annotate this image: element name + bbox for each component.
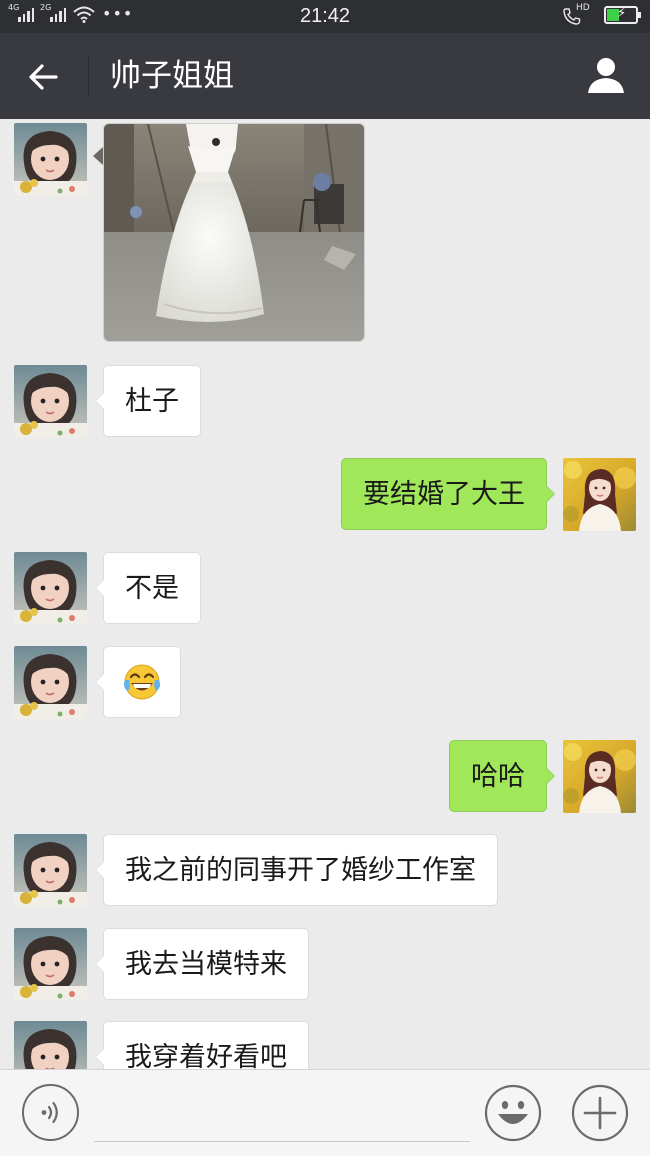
emoji-icon[interactable] bbox=[484, 1084, 542, 1142]
message-incoming: 我之前的同事开了婚纱工作室 bbox=[0, 834, 650, 907]
contact-avatar[interactable] bbox=[14, 928, 87, 1001]
message-bubble[interactable]: 不是 bbox=[95, 552, 201, 624]
chat-title: 帅子姐姐 bbox=[110, 58, 234, 94]
message-image bbox=[0, 119, 650, 349]
battery-charging-icon: ⚡ bbox=[604, 6, 641, 24]
my-avatar[interactable] bbox=[563, 458, 636, 531]
chat-area[interactable]: 杜子 要结婚了大王 不是 😂 哈哈 bbox=[0, 119, 650, 1069]
hd-call-icon: HD bbox=[562, 3, 592, 25]
contact-avatar[interactable] bbox=[14, 365, 87, 438]
status-bar: 4G 2G ••• 21:42 HD ⚡ bbox=[0, 0, 650, 33]
message-incoming: 我穿着好看吧 bbox=[0, 1021, 650, 1069]
message-bubble[interactable]: 要结婚了大王 bbox=[341, 458, 555, 530]
my-avatar[interactable] bbox=[563, 740, 636, 813]
message-incoming: 杜子 bbox=[0, 365, 650, 438]
message-bubble[interactable]: 😂 bbox=[95, 646, 181, 718]
message-bubble[interactable]: 我之前的同事开了婚纱工作室 bbox=[95, 834, 498, 906]
message-bubble[interactable]: 哈哈 bbox=[449, 740, 555, 812]
message-bubble[interactable]: 我穿着好看吧 bbox=[95, 1021, 309, 1069]
bubble-tail bbox=[93, 147, 103, 165]
wedding-dress-photo[interactable] bbox=[103, 123, 365, 342]
tears-of-joy-emoji bbox=[124, 664, 160, 699]
title-divider bbox=[88, 55, 89, 97]
status-time: 21:42 bbox=[299, 5, 351, 27]
message-incoming: 😂 bbox=[0, 646, 650, 719]
message-input[interactable] bbox=[94, 1090, 470, 1142]
message-bubble[interactable]: 我去当模特来 bbox=[95, 928, 309, 1000]
contact-avatar[interactable] bbox=[14, 1021, 87, 1069]
contact-avatar[interactable] bbox=[14, 646, 87, 719]
contact-avatar[interactable] bbox=[14, 834, 87, 907]
contact-avatar[interactable] bbox=[14, 552, 87, 625]
plus-icon[interactable] bbox=[571, 1084, 629, 1142]
status-right: HD ⚡ bbox=[562, 3, 641, 25]
message-outgoing: 哈哈 bbox=[0, 740, 650, 813]
input-bar bbox=[0, 1069, 650, 1156]
hd-badge: HD bbox=[576, 3, 590, 13]
voice-icon bbox=[41, 1101, 58, 1124]
contact-avatar[interactable] bbox=[14, 123, 87, 196]
message-outgoing: 要结婚了大王 bbox=[0, 458, 650, 531]
message-incoming: 我去当模特来 bbox=[0, 928, 650, 1001]
person-icon[interactable] bbox=[584, 53, 628, 97]
message-incoming: 不是 bbox=[0, 552, 650, 625]
voice-button[interactable] bbox=[22, 1084, 79, 1141]
title-bar: 帅子姐姐 bbox=[0, 33, 650, 119]
arrow-left-icon[interactable] bbox=[22, 55, 66, 99]
message-bubble[interactable]: 杜子 bbox=[95, 365, 201, 437]
